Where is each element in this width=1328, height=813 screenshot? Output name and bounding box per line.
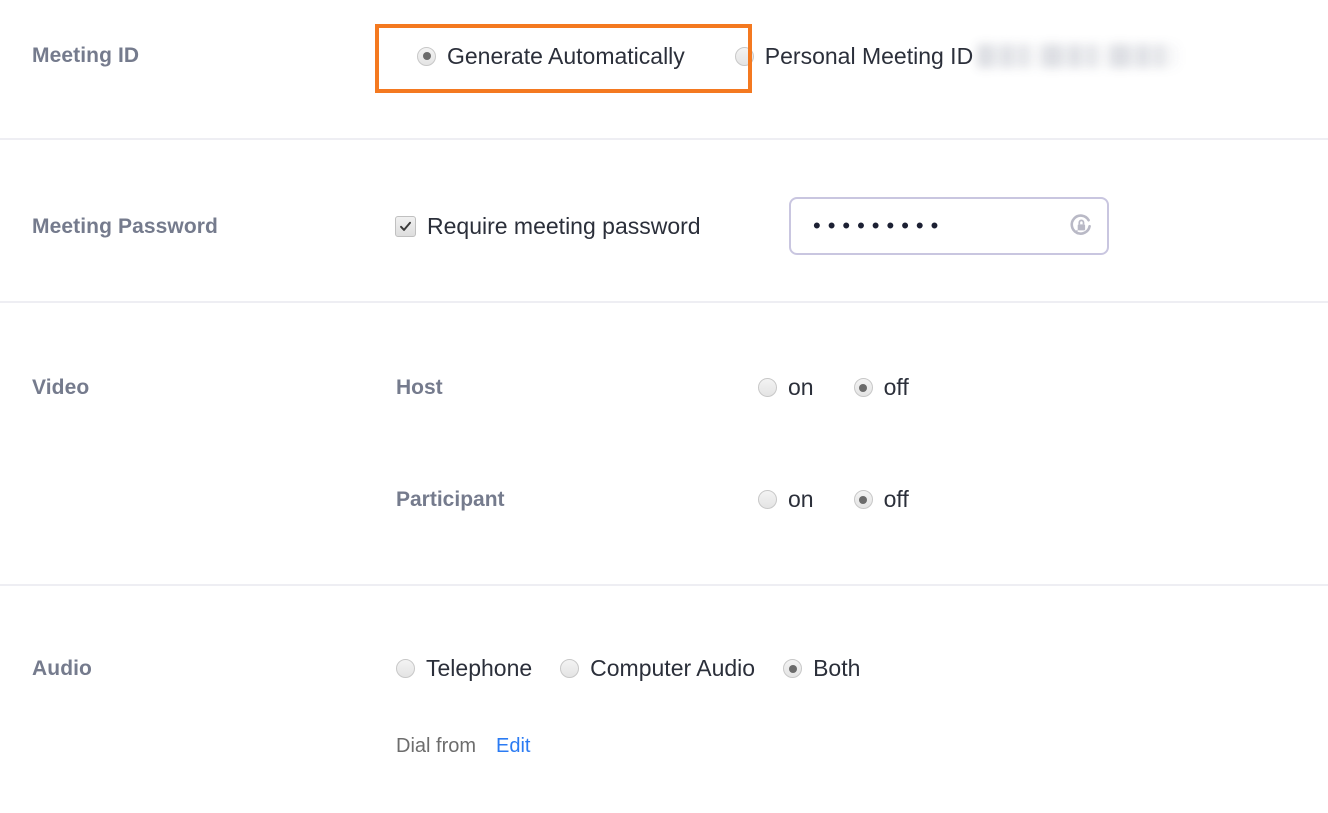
checkbox-require-meeting-password-label: Require meeting password bbox=[427, 213, 701, 239]
radio-video-participant-on-icon[interactable] bbox=[758, 490, 777, 509]
radio-option-video-participant-off-label: off bbox=[883, 486, 909, 512]
meeting-id-options: Generate Automatically Personal Meeting … bbox=[395, 42, 1178, 69]
meeting-password-value[interactable]: ••••••••• bbox=[813, 215, 1065, 237]
radio-video-host-off-icon[interactable] bbox=[853, 378, 873, 397]
radio-option-video-host-off[interactable]: off bbox=[853, 374, 909, 400]
radio-option-video-host-on[interactable]: on bbox=[758, 376, 814, 399]
radio-option-video-participant-off[interactable]: off bbox=[853, 486, 909, 512]
radio-option-video-participant-on-label: on bbox=[788, 486, 814, 512]
radio-option-audio-telephone[interactable]: Telephone bbox=[396, 657, 532, 680]
meeting-password-input[interactable]: ••••••••• bbox=[789, 197, 1109, 255]
radio-option-video-host-on-label: on bbox=[788, 374, 814, 400]
meeting-password-controls: Require meeting password bbox=[395, 215, 701, 238]
radio-generate-automatically-icon[interactable] bbox=[417, 46, 436, 66]
radio-audio-telephone-icon[interactable] bbox=[396, 659, 415, 678]
radio-audio-both-icon[interactable] bbox=[783, 659, 803, 678]
radio-option-personal-meeting-id-label: Personal Meeting ID bbox=[764, 42, 974, 69]
radio-video-host-on-icon[interactable] bbox=[758, 378, 777, 397]
radio-option-generate-automatically-label: Generate Automatically bbox=[447, 42, 685, 69]
dial-from-label: Dial from bbox=[396, 735, 477, 757]
radio-option-video-host-off-label: off bbox=[883, 374, 909, 400]
radio-option-audio-both-label: Both bbox=[813, 655, 861, 681]
radio-option-video-participant-on[interactable]: on bbox=[758, 488, 814, 511]
radio-option-generate-automatically[interactable]: Generate Automatically bbox=[417, 42, 685, 69]
radio-option-audio-computer-audio[interactable]: Computer Audio bbox=[560, 657, 755, 680]
meeting-id-row: Meeting ID Generate Automatically Person… bbox=[0, 0, 1328, 140]
audio-row: Audio Telephone Computer Audio Both Dial… bbox=[0, 586, 1328, 813]
checkbox-require-meeting-password[interactable]: Require meeting password bbox=[395, 215, 701, 238]
dial-from-line: Dial from Edit bbox=[396, 735, 530, 758]
video-participant-options: on off bbox=[758, 488, 909, 511]
dial-from-edit-link[interactable]: Edit bbox=[496, 735, 530, 758]
radio-option-personal-meeting-id[interactable]: Personal Meeting ID bbox=[734, 42, 974, 69]
radio-option-audio-both[interactable]: Both bbox=[783, 657, 860, 680]
video-label: Video bbox=[32, 376, 90, 399]
meeting-password-row: Meeting Password Require meeting passwor… bbox=[0, 140, 1328, 303]
meeting-id-label: Meeting ID bbox=[32, 44, 140, 67]
lock-refresh-icon[interactable] bbox=[1065, 210, 1097, 242]
checkmark-icon[interactable] bbox=[395, 216, 416, 237]
radio-video-participant-off-icon[interactable] bbox=[853, 490, 873, 509]
video-host-options: on off bbox=[758, 376, 909, 399]
radio-option-audio-computer-audio-label: Computer Audio bbox=[590, 655, 756, 681]
radio-option-audio-telephone-label: Telephone bbox=[426, 655, 533, 681]
radio-personal-meeting-id-icon[interactable] bbox=[734, 46, 754, 66]
audio-label: Audio bbox=[32, 657, 92, 680]
video-host-sub-label: Host bbox=[396, 376, 443, 399]
audio-options: Telephone Computer Audio Both bbox=[396, 657, 860, 680]
video-row: Video Host on off Participant on off bbox=[0, 303, 1328, 586]
meeting-settings-form: Meeting ID Generate Automatically Person… bbox=[0, 0, 1328, 813]
video-participant-sub-label: Participant bbox=[396, 488, 505, 511]
radio-audio-computer-audio-icon[interactable] bbox=[560, 659, 580, 678]
personal-meeting-id-value-redacted bbox=[977, 44, 1178, 68]
meeting-password-label: Meeting Password bbox=[32, 215, 218, 238]
